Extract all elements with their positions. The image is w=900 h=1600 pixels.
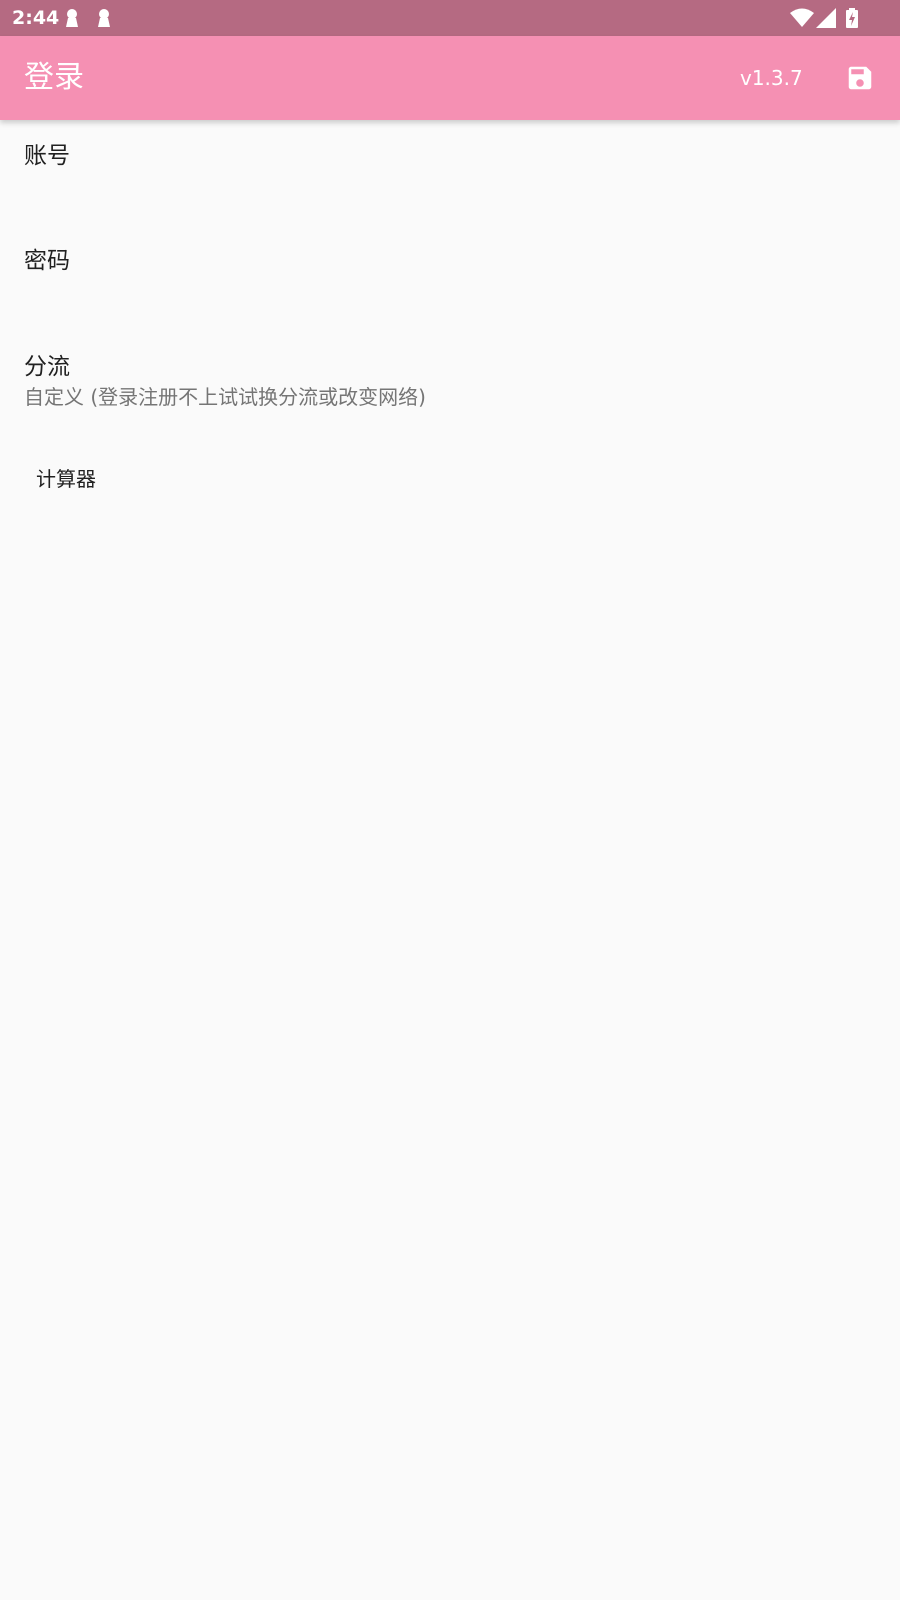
app-bar: 登录 v1.3.7 (0, 36, 900, 120)
page-title: 登录 (24, 60, 84, 95)
wifi-icon (790, 8, 814, 32)
battery-charging-icon (846, 8, 858, 32)
save-icon (848, 66, 872, 90)
route-preference[interactable]: 分流 自定义 (登录注册不上试试换分流或改变网络) (0, 336, 900, 440)
account-title: 账号 (24, 143, 70, 169)
notification-icon (96, 8, 112, 28)
status-time: 2:44 (12, 7, 60, 29)
route-title: 分流 (24, 354, 70, 380)
signal-icon (816, 8, 836, 32)
password-preference[interactable]: 密码 (0, 228, 900, 336)
password-title: 密码 (24, 248, 70, 274)
status-bar: 2:44 (0, 0, 900, 36)
account-preference[interactable]: 账号 (0, 120, 900, 228)
save-button[interactable] (838, 56, 882, 100)
version-label: v1.3.7 (740, 66, 803, 90)
notification-icon (64, 8, 80, 28)
calculator-button[interactable]: 计算器 (22, 455, 110, 503)
route-summary: 自定义 (登录注册不上试试换分流或改变网络) (24, 385, 426, 409)
